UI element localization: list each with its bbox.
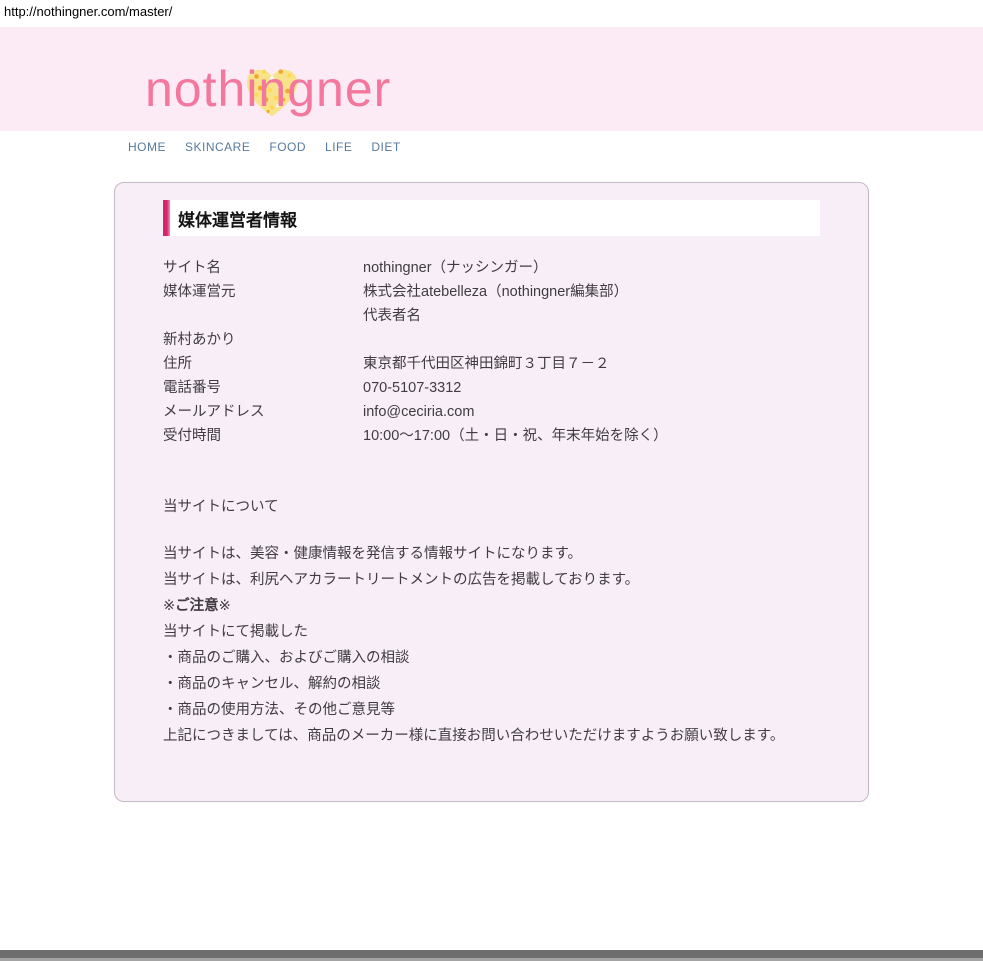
notice-emphasis: ご注意 [175, 598, 219, 614]
operator-info-table: サイト名 nothingner（ナッシンガー） 媒体運営元 株式会社atebel… [163, 256, 820, 448]
info-row-label: 住所 [163, 352, 363, 376]
body-line: 上記につきましては、商品のメーカー様に直接お問い合わせいただけますようお願い致し… [163, 723, 820, 749]
site-logo[interactable]: nothingner [145, 57, 465, 127]
info-row: サイト名 nothingner（ナッシンガー） [163, 256, 820, 280]
info-row-value: nothingner（ナッシンガー） [363, 256, 820, 280]
info-row-label: 受付時間 [163, 424, 363, 448]
nav-link[interactable]: LIFE [325, 140, 352, 154]
about-site-body: 当サイトは、美容・健康情報を発信する情報サイトになります。当サイトは、利尻ヘアカ… [163, 541, 820, 749]
info-row-value: info@ceciria.com [363, 400, 820, 424]
site-header: nothingner HOME SKINCARE FOOD LIFE DIET [0, 27, 983, 131]
horizontal-scrollbar[interactable] [0, 950, 983, 961]
info-row-label [163, 304, 363, 328]
scrollbar-thumb[interactable] [0, 950, 983, 958]
info-row-value: 070-5107-3312 [363, 376, 820, 400]
notice-line: ※ご注意※ [163, 593, 820, 619]
page: http://nothingner.com/master/ nothingner [0, 0, 983, 961]
info-row-value: 代表者名 [363, 304, 820, 328]
page-url-text: http://nothingner.com/master/ [0, 0, 983, 27]
nav-link[interactable]: FOOD [269, 140, 306, 154]
body-line: 当サイトにて掲載した [163, 619, 820, 645]
info-row-label: メールアドレス [163, 400, 363, 424]
operator-info-card: 媒体運営者情報 サイト名 nothingner（ナッシンガー） 媒体運営元 株式… [114, 182, 869, 802]
info-row-value [363, 328, 820, 352]
info-row-label: サイト名 [163, 256, 363, 280]
heading-accent-bar [163, 200, 170, 236]
info-row: 媒体運営元 株式会社atebelleza（nothingner編集部） [163, 280, 820, 304]
info-row: 電話番号 070-5107-3312 [163, 376, 820, 400]
info-row-value: 株式会社atebelleza（nothingner編集部） [363, 280, 820, 304]
about-site-title: 当サイトについて [163, 495, 820, 519]
body-line: 当サイトは、美容・健康情報を発信する情報サイトになります。 [163, 541, 820, 567]
info-row: 新村あかり [163, 328, 820, 352]
info-row-label: 媒体運営元 [163, 280, 363, 304]
body-line: ・商品の使用方法、その他ご意見等 [163, 697, 820, 723]
info-row-value: 10:00～17:00（土・日・祝、年末年始を除く） [363, 424, 820, 448]
info-row: 代表者名 [163, 304, 820, 328]
info-row: 住所 東京都千代田区神田錦町３丁目７－２ [163, 352, 820, 376]
info-row-label: 新村あかり [163, 328, 363, 352]
logo-text[interactable]: nothingner [145, 57, 465, 121]
nav-link[interactable]: SKINCARE [185, 140, 250, 154]
body-line: ・商品のご購入、およびご購入の相談 [163, 645, 820, 671]
body-line: ・商品のキャンセル、解約の相談 [163, 671, 820, 697]
nav-link[interactable]: DIET [371, 140, 400, 154]
main-nav: HOME SKINCARE FOOD LIFE DIET [128, 140, 401, 154]
body-line: 当サイトは、利尻ヘアカラートリートメントの広告を掲載しております。 [163, 567, 820, 593]
nav-link[interactable]: HOME [128, 140, 166, 154]
info-row-value: 東京都千代田区神田錦町３丁目７－２ [363, 352, 820, 376]
card-heading: 媒体運営者情報 [163, 200, 820, 236]
page-title: 媒体運営者情報 [178, 206, 297, 231]
info-row: 受付時間 10:00～17:00（土・日・祝、年末年始を除く） [163, 424, 820, 448]
info-row: メールアドレス info@ceciria.com [163, 400, 820, 424]
info-row-label: 電話番号 [163, 376, 363, 400]
